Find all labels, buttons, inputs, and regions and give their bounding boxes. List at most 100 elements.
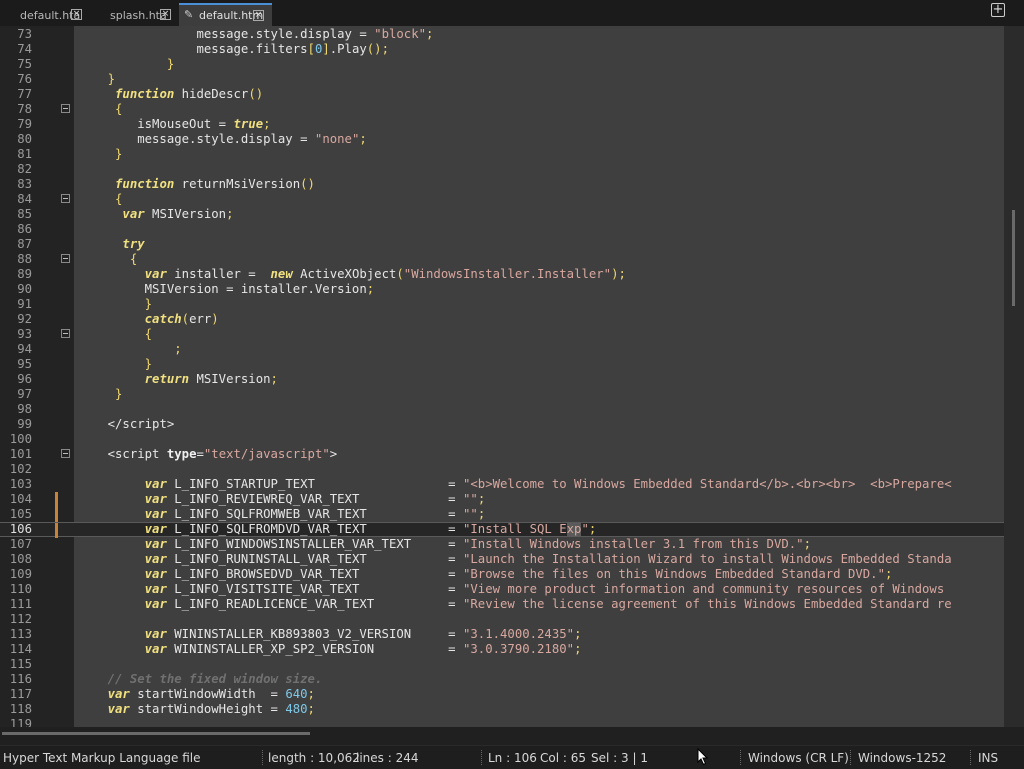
- tab-default-hta[interactable]: default.hta ×: [0, 4, 90, 26]
- code-text: var installer = new ActiveXObject("Windo…: [144, 267, 626, 281]
- line-number: 75: [17, 57, 32, 71]
- code-line[interactable]: 109 var L_INFO_BROWSEDVD_VAR_TEXT = "Bro…: [0, 567, 1004, 582]
- line-number: 81: [17, 147, 32, 161]
- change-marker: [55, 507, 58, 522]
- code-line[interactable]: 97 }: [0, 387, 1004, 402]
- tab-bar: default.hta × splash.hta × ✎ default.htm…: [0, 0, 1024, 26]
- selection-info[interactable]: Sel : 3 | 1: [591, 751, 648, 765]
- code-line[interactable]: 107 var L_INFO_WINDOWSINSTALLER_VAR_TEXT…: [0, 537, 1004, 552]
- code-line[interactable]: 115: [0, 657, 1004, 672]
- code-text: {: [129, 252, 138, 266]
- line-number: 74: [17, 42, 32, 56]
- code-line[interactable]: 95 }: [0, 357, 1004, 372]
- code-text: // Set the fixed window size.: [107, 672, 323, 686]
- code-line[interactable]: 86: [0, 222, 1004, 237]
- code-text: {: [144, 327, 153, 341]
- code-line[interactable]: 82: [0, 162, 1004, 177]
- close-icon[interactable]: ×: [71, 9, 82, 20]
- code-line[interactable]: 96 return MSIVersion;: [0, 372, 1004, 387]
- line-number: 107: [9, 537, 32, 551]
- code-text: var L_INFO_BROWSEDVD_VAR_TEXT = "Browse …: [144, 567, 893, 581]
- line-number: 84: [17, 192, 32, 206]
- divider: [262, 750, 264, 765]
- horizontal-scrollbar[interactable]: [0, 727, 1024, 745]
- code-line[interactable]: 106 var L_INFO_SQLFROMDVD_VAR_TEXT = "In…: [0, 522, 1004, 538]
- eol-format[interactable]: Windows (CR LF): [748, 751, 849, 765]
- code-text: </script>: [107, 417, 175, 431]
- encoding[interactable]: Windows-1252: [858, 751, 946, 765]
- code-line[interactable]: 75 }: [0, 57, 1004, 72]
- code-line[interactable]: 84 {: [0, 192, 1004, 207]
- line-number: 114: [9, 642, 32, 656]
- code-line[interactable]: 74 message.filters[0].Play();: [0, 42, 1004, 57]
- close-icon[interactable]: ×: [253, 10, 264, 21]
- code-text: var L_INFO_SQLFROMWEB_VAR_TEXT = "";: [144, 507, 486, 521]
- code-line[interactable]: 80 message.style.display = "none";: [0, 132, 1004, 147]
- new-tab-button[interactable]: +: [991, 3, 1005, 17]
- code-line[interactable]: 112: [0, 612, 1004, 627]
- code-line[interactable]: 85 var MSIVersion;: [0, 207, 1004, 222]
- code-line[interactable]: 77 function hideDescr(): [0, 87, 1004, 102]
- code-line[interactable]: 83 function returnMsiVersion(): [0, 177, 1004, 192]
- code-line[interactable]: 92 catch(err): [0, 312, 1004, 327]
- insert-mode[interactable]: INS: [978, 751, 998, 765]
- code-line[interactable]: 101 <script type="text/javascript">: [0, 447, 1004, 462]
- line-number: 111: [9, 597, 32, 611]
- code-line[interactable]: 88 {: [0, 252, 1004, 267]
- code-line[interactable]: 108 var L_INFO_RUNINSTALL_VAR_TEXT = "La…: [0, 552, 1004, 567]
- code-line[interactable]: 73 message.style.display = "block";: [0, 27, 1004, 42]
- vertical-scrollbar-thumb[interactable]: [1012, 210, 1015, 306]
- code-line[interactable]: 113 var WININSTALLER_KB893803_V2_VERSION…: [0, 627, 1004, 642]
- code-line[interactable]: 78 {: [0, 102, 1004, 117]
- horizontal-scrollbar-thumb[interactable]: [2, 732, 310, 735]
- code-line[interactable]: 100: [0, 432, 1004, 447]
- code-line[interactable]: 116 // Set the fixed window size.: [0, 672, 1004, 687]
- fold-toggle-icon[interactable]: [61, 449, 70, 458]
- code-line[interactable]: 104 var L_INFO_REVIEWREQ_VAR_TEXT = "";: [0, 492, 1004, 507]
- fold-toggle-icon[interactable]: [61, 329, 70, 338]
- column-position[interactable]: Col : 65: [540, 751, 586, 765]
- fold-toggle-icon[interactable]: [61, 104, 70, 113]
- code-line[interactable]: 76 }: [0, 72, 1004, 87]
- fold-toggle-icon[interactable]: [61, 194, 70, 203]
- code-line[interactable]: 81 }: [0, 147, 1004, 162]
- tab-splash-hta[interactable]: splash.hta ×: [90, 4, 179, 26]
- code-line[interactable]: 105 var L_INFO_SQLFROMWEB_VAR_TEXT = "";: [0, 507, 1004, 522]
- fold-toggle-icon[interactable]: [61, 254, 70, 263]
- code-text: message.style.display = "block";: [196, 27, 434, 41]
- line-number: 93: [17, 327, 32, 341]
- code-line[interactable]: 99 </script>: [0, 417, 1004, 432]
- code-line[interactable]: 91 }: [0, 297, 1004, 312]
- code-text: ;: [174, 342, 182, 356]
- code-line[interactable]: 119: [0, 717, 1004, 727]
- code-line[interactable]: 102: [0, 462, 1004, 477]
- code-text: try: [122, 237, 145, 251]
- code-text: {: [115, 192, 123, 206]
- line-number: 92: [17, 312, 32, 326]
- code-line[interactable]: 111 var L_INFO_READLICENCE_VAR_TEXT = "R…: [0, 597, 1004, 612]
- code-line[interactable]: 94 ;: [0, 342, 1004, 357]
- tab-default-htm[interactable]: ✎ default.htm ×: [179, 3, 272, 26]
- code-line[interactable]: 93 {: [0, 327, 1004, 342]
- code-line[interactable]: 89 var installer = new ActiveXObject("Wi…: [0, 267, 1004, 282]
- code-line[interactable]: 87 try: [0, 237, 1004, 252]
- code-text: }: [166, 57, 175, 71]
- vertical-scrollbar[interactable]: [1004, 26, 1024, 727]
- code-text: var L_INFO_SQLFROMDVD_VAR_TEXT = "Instal…: [144, 522, 597, 536]
- code-line[interactable]: 114 var WININSTALLER_XP_SP2_VERSION = "3…: [0, 642, 1004, 657]
- code-line[interactable]: 98: [0, 402, 1004, 417]
- line-number: 115: [9, 657, 32, 671]
- code-editor[interactable]: 73 message.style.display = "block"; 74 me…: [0, 26, 1024, 727]
- code-text: {: [115, 102, 123, 116]
- code-line[interactable]: 117 var startWindowWidth = 640;: [0, 687, 1004, 702]
- code-line[interactable]: 103 var L_INFO_STARTUP_TEXT = "<b>Welcom…: [0, 477, 1004, 492]
- change-marker: [55, 523, 58, 538]
- code-text: }: [144, 357, 153, 371]
- code-line[interactable]: 79 isMouseOut = true;: [0, 117, 1004, 132]
- close-icon[interactable]: ×: [160, 9, 171, 20]
- code-line[interactable]: 118 var startWindowHeight = 480;: [0, 702, 1004, 717]
- code-text: isMouseOut = true;: [78, 117, 271, 131]
- code-line[interactable]: 110 var L_INFO_VISITSITE_VAR_TEXT = "Vie…: [0, 582, 1004, 597]
- line-position[interactable]: Ln : 106: [488, 751, 537, 765]
- code-line[interactable]: 90 MSIVersion = installer.Version;: [0, 282, 1004, 297]
